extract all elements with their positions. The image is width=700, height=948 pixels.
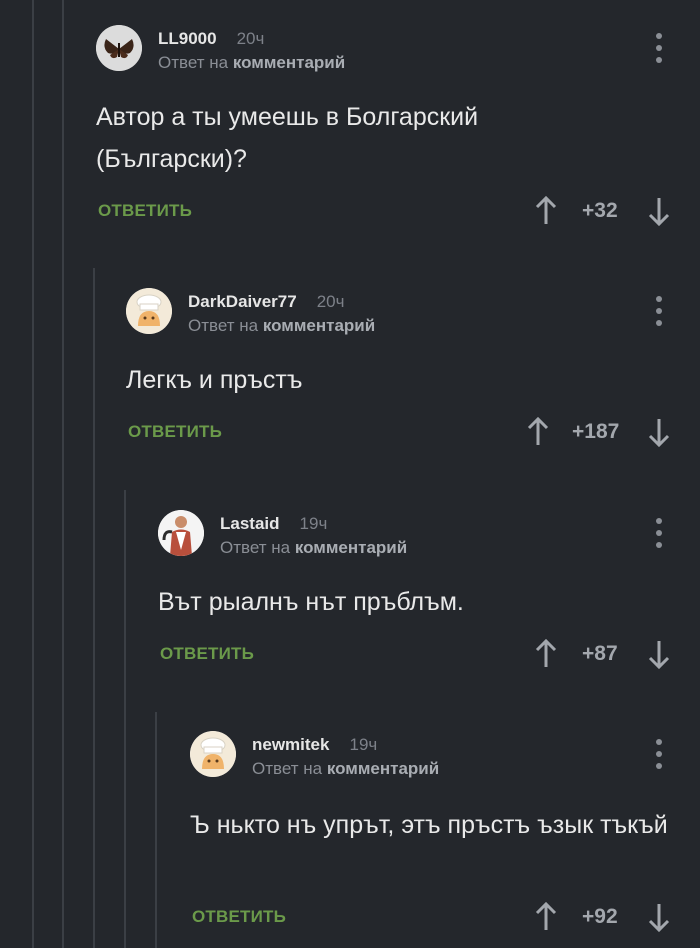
- reply-target-link[interactable]: комментарий: [327, 759, 439, 778]
- comment: newmitek 19ч Ответ на комментарий Ъ нькто…: [190, 731, 700, 948]
- chef-avatar[interactable]: [126, 288, 172, 334]
- thread-line: [124, 490, 126, 948]
- vote-controls: +92: [534, 897, 670, 937]
- vote-controls: +32: [534, 191, 670, 231]
- more-menu-icon[interactable]: [654, 33, 664, 63]
- more-menu-icon[interactable]: [654, 739, 664, 769]
- reply-prefix: Ответ на: [188, 316, 259, 335]
- reply-button[interactable]: ОТВЕТИТЬ: [192, 907, 286, 927]
- vote-controls: +87: [534, 634, 670, 674]
- reply-prefix: Ответ на: [158, 53, 229, 72]
- reply-button[interactable]: ОТВЕТИТЬ: [128, 422, 222, 442]
- comment: DarkDaiver77 20ч Ответ на комментарий Лег…: [126, 288, 700, 458]
- vote-score: +32: [582, 199, 618, 222]
- upvote-arrow-icon[interactable]: [526, 416, 550, 448]
- thread-line: [62, 0, 64, 948]
- comment-text: Автор а ты умеешь в Болгарский (Българск…: [96, 103, 479, 173]
- upvote-arrow-icon[interactable]: [534, 195, 558, 227]
- comment-meta: DarkDaiver77 20ч: [188, 292, 344, 312]
- author-name[interactable]: DarkDaiver77: [188, 292, 297, 311]
- vote-score: +187: [572, 420, 620, 443]
- comment: LL9000 20ч Ответ на комментарий Автор а т…: [96, 25, 700, 245]
- reply-prefix: Ответ на: [220, 538, 291, 557]
- downvote-arrow-icon[interactable]: [647, 195, 671, 227]
- thread-line: [93, 268, 95, 948]
- downvote-arrow-icon[interactable]: [647, 901, 671, 933]
- comment-text: Легкъ и пръстъ: [126, 366, 303, 394]
- reply-target-link[interactable]: комментарий: [263, 316, 375, 335]
- reply-to-info: Ответ на комментарий: [188, 316, 375, 336]
- vote-score: +92: [582, 905, 618, 928]
- person-avatar[interactable]: [158, 510, 204, 556]
- more-menu-icon[interactable]: [654, 296, 664, 326]
- chef-avatar[interactable]: [190, 731, 236, 777]
- comment-time: 20ч: [236, 29, 265, 48]
- reply-button[interactable]: ОТВЕТИТЬ: [98, 201, 192, 221]
- more-menu-icon[interactable]: [654, 518, 664, 548]
- comment-time: 19ч: [299, 514, 328, 533]
- comment-text: Ъ нькто нъ упрът, этъ пръстъ ъзык тъкъй: [190, 811, 668, 839]
- comment-meta: LL9000 20ч: [158, 29, 264, 49]
- thread-line: [155, 712, 157, 948]
- moth-avatar[interactable]: [96, 25, 142, 71]
- reply-target-link[interactable]: комментарий: [295, 538, 407, 557]
- vote-score: +87: [582, 642, 618, 665]
- comment-meta: Lastaid 19ч: [220, 514, 327, 534]
- upvote-arrow-icon[interactable]: [534, 638, 558, 670]
- reply-prefix: Ответ на: [252, 759, 323, 778]
- comment: Lastaid 19ч Ответ на комментарий Вът рыал…: [158, 510, 700, 680]
- reply-to-info: Ответ на комментарий: [158, 53, 345, 73]
- comment-time: 20ч: [316, 292, 345, 311]
- author-name[interactable]: newmitek: [252, 735, 329, 754]
- downvote-arrow-icon[interactable]: [647, 416, 671, 448]
- vote-controls: +187: [526, 412, 672, 452]
- author-name[interactable]: LL9000: [158, 29, 217, 48]
- reply-to-info: Ответ на комментарий: [220, 538, 407, 558]
- reply-button[interactable]: ОТВЕТИТЬ: [160, 644, 254, 664]
- comment-text: Вът рыалнъ нът пръблъм.: [158, 588, 464, 616]
- downvote-arrow-icon[interactable]: [647, 638, 671, 670]
- author-name[interactable]: Lastaid: [220, 514, 280, 533]
- comment-meta: newmitek 19ч: [252, 735, 377, 755]
- reply-to-info: Ответ на комментарий: [252, 759, 439, 779]
- upvote-arrow-icon[interactable]: [534, 901, 558, 933]
- thread-line: [32, 0, 34, 948]
- reply-target-link[interactable]: комментарий: [233, 53, 345, 72]
- comment-time: 19ч: [349, 735, 378, 754]
